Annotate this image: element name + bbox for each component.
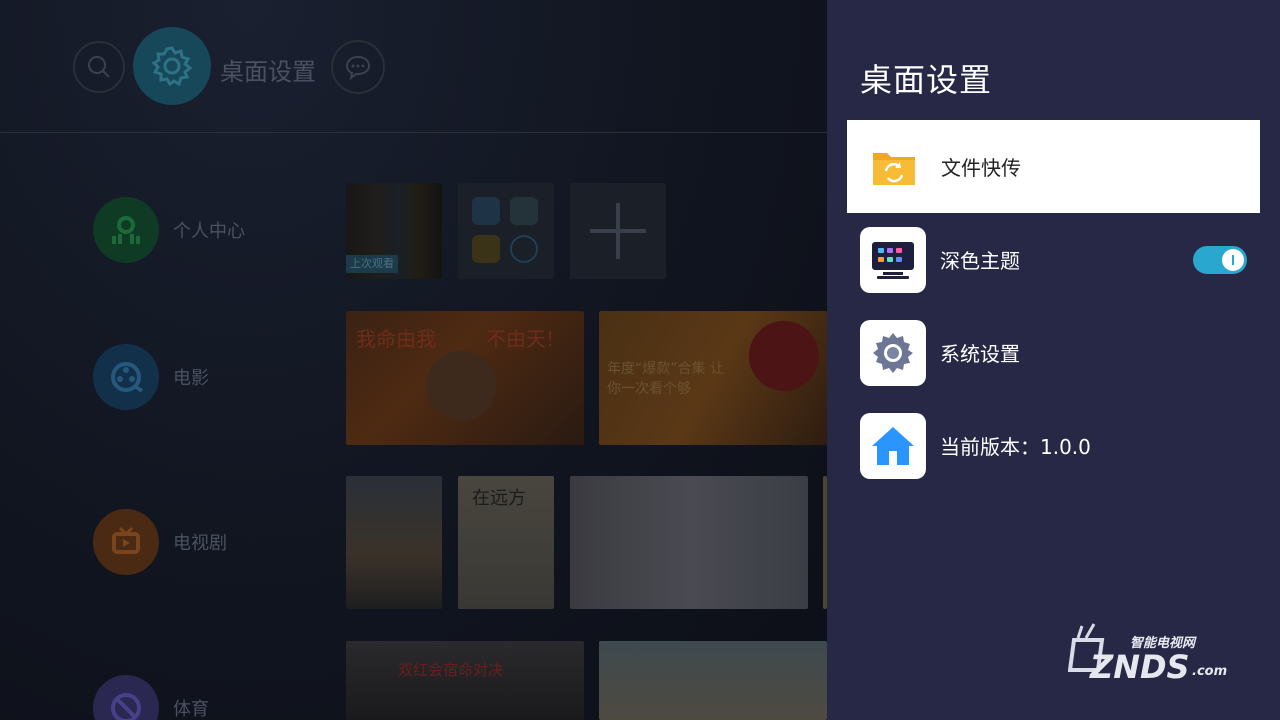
- character-figure: [426, 351, 496, 421]
- chat-bubble-icon: [345, 55, 371, 81]
- sidebar-item-movie[interactable]: 电影: [93, 344, 209, 410]
- sidebar-item-sports[interactable]: 体育: [93, 675, 209, 720]
- top-bar-title: 桌面设置: [220, 58, 316, 86]
- menu-item-label: 当前版本：1.0.0: [940, 435, 1091, 459]
- add-app-tile[interactable]: [570, 183, 666, 279]
- plus-icon: [590, 203, 646, 259]
- menu-item-system-settings[interactable]: 系统设置: [847, 306, 1260, 399]
- settings-gear-icon: [860, 319, 926, 386]
- poster-promo[interactable]: 年度“爆款”合集 让你一次看个够: [599, 311, 827, 445]
- toggle-knob: [1222, 249, 1244, 271]
- sidebar-item-tv-series[interactable]: 电视剧: [93, 509, 227, 575]
- sports-icon: [93, 675, 159, 720]
- poster-drama-1[interactable]: [346, 476, 442, 609]
- poster-nezha[interactable]: 我命由我 不由天!: [346, 311, 584, 445]
- search-button[interactable]: [73, 41, 125, 93]
- sidebar-item-label: 电影: [173, 368, 209, 389]
- watermark-suffix: .com: [1192, 664, 1228, 679]
- home-icon: [860, 412, 926, 479]
- profile-icon: [93, 197, 159, 263]
- poster-drama-3[interactable]: [570, 476, 808, 609]
- poster-drama-2[interactable]: 在远方: [458, 476, 554, 609]
- poster-text: 年度“爆款”合集 让你一次看个够: [607, 361, 724, 397]
- desktop-settings-panel: 桌面设置 文件快传 深色主题 系统设置 当前版本：1.0.0 智能电视网 ZND…: [827, 0, 1280, 720]
- desktop-settings-button[interactable]: [133, 27, 211, 105]
- poster-text: 双红会宿命对决: [398, 661, 504, 679]
- dark-theme-toggle[interactable]: [1193, 246, 1247, 274]
- search-icon: [88, 56, 110, 78]
- poster-text: 不由天!: [486, 327, 555, 351]
- poster-sports[interactable]: 双红会宿命对决: [346, 641, 584, 720]
- tv-icon: [93, 509, 159, 575]
- menu-item-version[interactable]: 当前版本：1.0.0: [847, 399, 1260, 492]
- launcher-background: 桌面设置 个人中心 电影 电视剧 体育 上次观看 我命由我 不由天! 年度“爆款…: [0, 0, 827, 720]
- folder-sync-icon: [867, 134, 921, 200]
- watermark-brand: ZNDS: [1090, 648, 1190, 686]
- recent-badge: 上次观看: [346, 255, 398, 273]
- dark-theme-icon: [860, 226, 926, 293]
- panel-title: 桌面设置: [860, 61, 993, 99]
- sidebar-item-label: 电视剧: [173, 533, 227, 554]
- menu-item-label: 文件快传: [941, 156, 1021, 180]
- recent-watch-tile[interactable]: 上次观看: [346, 183, 442, 279]
- menu-item-file-transfer[interactable]: 文件快传: [847, 120, 1260, 213]
- poster-movie[interactable]: [599, 641, 827, 720]
- menu-item-label: 系统设置: [940, 342, 1020, 366]
- message-button[interactable]: [331, 40, 385, 94]
- app-icon: [510, 197, 538, 225]
- poster-text: 我命由我: [356, 327, 436, 351]
- gear-icon: [151, 46, 193, 87]
- poster-text: 在远方: [472, 488, 526, 509]
- sidebar-item-profile[interactable]: 个人中心: [93, 197, 245, 263]
- menu-item-dark-theme[interactable]: 深色主题: [847, 213, 1260, 306]
- app-folder-tile[interactable]: [458, 183, 554, 279]
- sidebar-item-label: 个人中心: [173, 221, 245, 242]
- sidebar-item-label: 体育: [173, 699, 209, 720]
- hero-figure: [749, 321, 819, 391]
- top-bar: 桌面设置: [0, 0, 827, 133]
- menu-item-label: 深色主题: [940, 249, 1020, 273]
- znds-watermark: 智能电视网 ZNDS .com: [1067, 620, 1238, 690]
- app-icon: [472, 235, 500, 263]
- film-reel-icon: [93, 344, 159, 410]
- more-icon: [510, 235, 538, 263]
- app-icon: [472, 197, 500, 225]
